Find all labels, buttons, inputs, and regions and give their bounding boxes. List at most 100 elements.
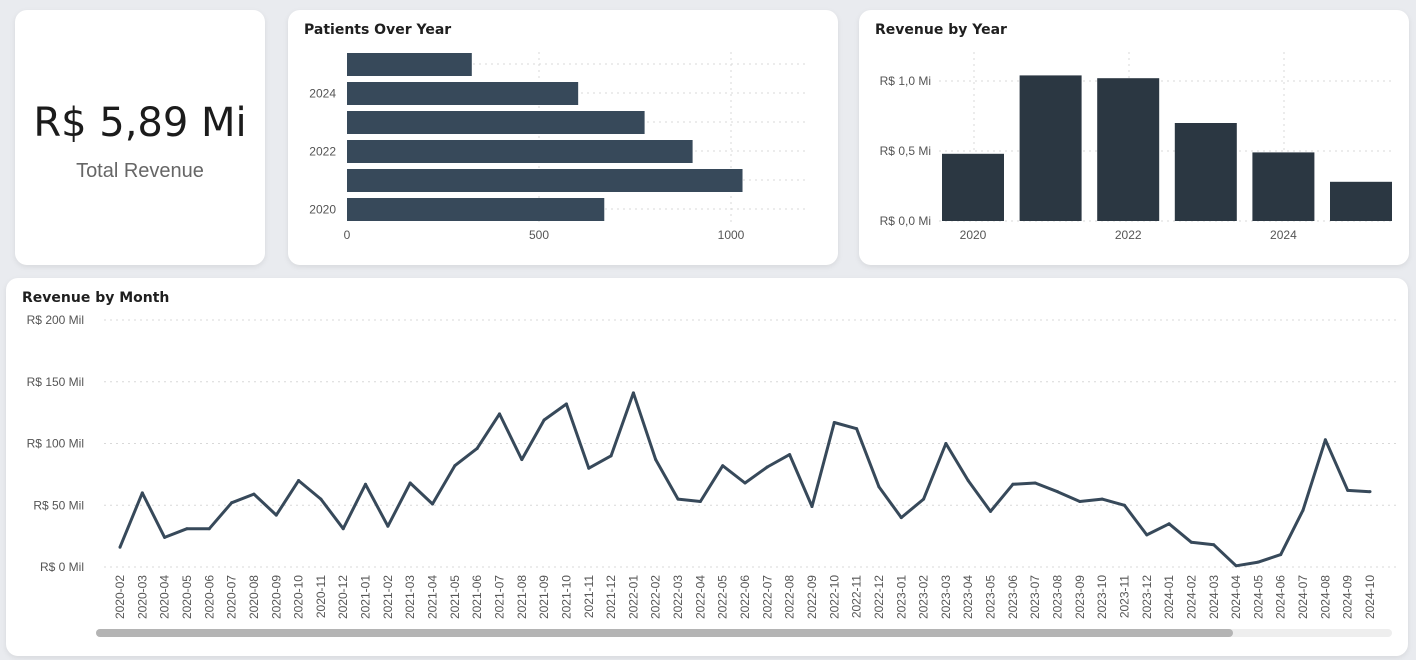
y-tick-label: 2020 (309, 203, 336, 217)
point-2020-05 (185, 527, 189, 531)
x-tick-label: 2023-05 (984, 575, 998, 619)
point-2023-01 (899, 516, 903, 520)
x-tick-label: 2022-02 (649, 575, 663, 619)
revenue-month-chart-title: Revenue by Month (22, 290, 170, 306)
bar-2021 (1019, 75, 1082, 222)
x-tick-label: 2023-01 (894, 575, 908, 619)
point-2023-03 (944, 442, 948, 445)
point-2021-09 (542, 418, 546, 422)
bar-2024 (1252, 152, 1315, 221)
total-revenue-card: R$ 5,89 Mi Total Revenue (15, 10, 265, 265)
y-tick-label: 2024 (309, 87, 336, 101)
x-tick-label: 2023-11 (1117, 575, 1131, 618)
scrollbar-thumb[interactable] (96, 629, 1233, 637)
point-2020-08 (252, 492, 256, 496)
x-tick-label: 2020-12 (336, 575, 350, 619)
point-2021-07 (497, 412, 501, 416)
x-tick-label: 2022-04 (693, 575, 707, 619)
x-tick-label: 2024-04 (1229, 575, 1243, 619)
point-2023-11 (1122, 503, 1126, 507)
x-tick-label: 2022-01 (626, 575, 640, 619)
x-tick-label: 2021-07 (492, 575, 506, 619)
point-2023-05 (989, 509, 993, 513)
x-tick-label: 2022-03 (671, 575, 685, 619)
point-2024-02 (1189, 540, 1193, 544)
point-2024-10 (1368, 490, 1372, 494)
point-2022-06 (743, 481, 747, 485)
bar-2025 (1330, 181, 1392, 221)
x-tick-label: 2024-09 (1341, 575, 1355, 619)
x-tick-label: 2022-11 (850, 575, 864, 618)
revenue-by-month-chart: R$ 0 Mil R$ 50 Mil R$ 100 Mil R$ 150 Mil R$ … (27, 313, 1396, 619)
x-tick-label: 2021-03 (403, 575, 417, 619)
x-tick-label: 2023-10 (1095, 575, 1109, 619)
point-2022-12 (877, 485, 881, 489)
x-tick-label: 2024-05 (1251, 575, 1265, 619)
x-tick-label: 2020-11 (314, 575, 328, 618)
x-tick-label: 2023-09 (1073, 575, 1087, 619)
x-tick-label: 2021-06 (470, 575, 484, 619)
bar-2021 (347, 169, 743, 192)
point-2023-09 (1078, 500, 1082, 504)
point-2023-04 (966, 479, 970, 483)
x-tick-label: 500 (529, 228, 549, 242)
point-2022-09 (810, 504, 814, 508)
x-tick-label: 2021-08 (515, 575, 529, 619)
x-tick-label: 2022-06 (738, 575, 752, 619)
x-tick-label: 2021-11 (582, 575, 596, 618)
x-tick-label: 2020-09 (269, 575, 283, 619)
point-2020-06 (207, 527, 211, 531)
point-2021-02 (386, 524, 390, 528)
point-2023-02 (922, 497, 926, 501)
x-tick-label: 2020-07 (225, 575, 239, 619)
total-revenue-value: R$ 5,89 Mi (33, 100, 247, 146)
point-2023-07 (1033, 481, 1037, 485)
point-2022-03 (676, 497, 680, 501)
x-tick-label: 2024-08 (1318, 575, 1332, 619)
revenue-by-month-card: Revenue by Month R$ 0 Mil R$ 50 Mil R$ 100… (6, 278, 1408, 656)
point-2021-05 (453, 464, 457, 468)
x-tick-label: 2021-04 (426, 575, 440, 619)
point-2020-11 (319, 497, 323, 501)
x-tick-label: 2020-08 (247, 575, 261, 619)
x-tick-label: 2024-07 (1296, 575, 1310, 619)
y-tick-label: R$ 0 Mil (40, 560, 84, 574)
x-tick-label: 2021-09 (537, 575, 551, 619)
patients-over-year-card: Patients Over Year 2020 2022 2024 0 500 1000 (288, 10, 838, 265)
point-2022-02 (654, 458, 658, 462)
x-tick-label: 2020-03 (135, 575, 149, 619)
point-2022-01 (631, 391, 635, 395)
x-tick-label: 2022-08 (783, 575, 797, 619)
horizontal-scrollbar[interactable] (96, 629, 1392, 637)
point-2021-04 (431, 502, 434, 506)
x-tick-label: 2023-07 (1028, 575, 1042, 619)
patients-chart-title: Patients Over Year (304, 22, 452, 38)
point-2023-06 (1011, 482, 1015, 486)
x-tick-label: 2023-06 (1006, 575, 1020, 619)
point-2021-08 (520, 458, 524, 462)
point-2021-10 (564, 402, 568, 406)
total-revenue-label: Total Revenue (76, 160, 204, 182)
point-2022-11 (855, 427, 859, 431)
x-tick-label: 2023-08 (1051, 575, 1065, 619)
revenue-line (118, 391, 1371, 568)
x-tick-label: 2021-10 (559, 575, 573, 619)
x-tick-label: 2022-05 (716, 575, 730, 619)
bar-2023 (1174, 123, 1237, 221)
point-2020-12 (341, 527, 345, 531)
point-2022-08 (788, 453, 792, 457)
x-tick-label: 0 (344, 228, 351, 242)
patients-over-year-chart: 2020 2022 2024 0 500 1000 (309, 52, 806, 242)
y-tick-label: R$ 50 Mil (33, 498, 84, 512)
x-tick-label: 2023-02 (917, 575, 931, 619)
point-2022-04 (698, 500, 702, 504)
bar-2024 (347, 82, 579, 105)
point-2020-09 (274, 513, 278, 517)
y-tick-label: R$ 0,0 Mi (880, 214, 931, 228)
x-tick-label: 2023-03 (939, 575, 953, 619)
y-tick-label: R$ 0,5 Mi (880, 144, 931, 158)
x-tick-label: 2022-07 (760, 575, 774, 619)
x-tick-label: 2024 (1270, 228, 1297, 242)
point-2024-01 (1167, 522, 1171, 526)
point-2023-08 (1056, 490, 1059, 494)
